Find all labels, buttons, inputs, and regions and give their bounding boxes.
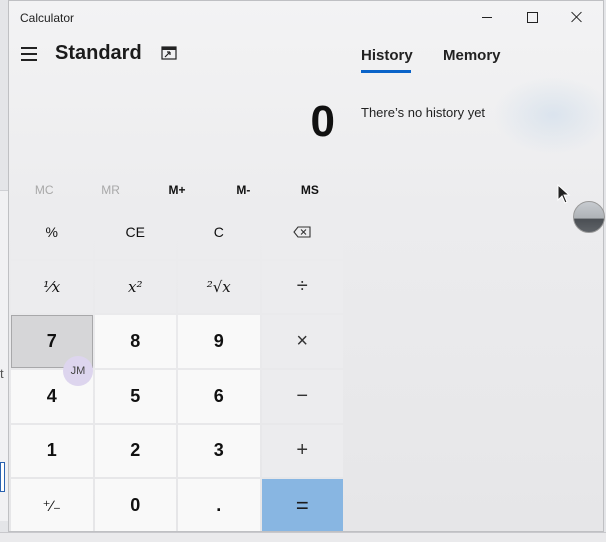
- square-root-label: ²√x: [206, 277, 231, 296]
- minimize-icon: [482, 16, 492, 18]
- decimal-button[interactable]: .: [178, 479, 260, 531]
- negate-button[interactable]: ⁺∕₋: [11, 479, 93, 531]
- subtract-button[interactable]: −: [261, 370, 343, 423]
- backspace-button[interactable]: [261, 206, 343, 259]
- memory-store-button[interactable]: MS: [277, 179, 343, 201]
- history-panel: History Memory There’s no history yet: [343, 35, 603, 531]
- square-root-button[interactable]: ²√x: [178, 260, 260, 314]
- title-bar[interactable]: Calculator: [9, 1, 603, 35]
- minimize-button[interactable]: [464, 1, 510, 33]
- keep-on-top-icon[interactable]: [161, 46, 177, 60]
- square-label: x²: [128, 277, 143, 296]
- avatar: JM: [63, 356, 93, 386]
- background-input-fragment: [0, 462, 5, 492]
- tab-memory[interactable]: Memory: [443, 47, 501, 64]
- memory-recall-button[interactable]: MR: [77, 179, 143, 201]
- equals-button[interactable]: =: [261, 479, 343, 531]
- maximize-icon: [526, 11, 538, 23]
- close-button[interactable]: [554, 1, 600, 33]
- digit-9-button[interactable]: 9: [178, 315, 260, 368]
- background-text-fragment: t: [0, 366, 4, 381]
- memory-clear-button[interactable]: MC: [11, 179, 77, 201]
- mouse-cursor-icon: [557, 184, 571, 204]
- calculator-window: Calculator Standard 0 MC MR M+ M- MS % C…: [8, 0, 604, 532]
- multiply-button[interactable]: ×: [261, 315, 343, 368]
- backspace-icon: [293, 226, 311, 238]
- percent-button[interactable]: %: [11, 206, 93, 259]
- digit-8-button[interactable]: 8: [94, 315, 176, 368]
- mode-title: Standard: [55, 42, 142, 64]
- digit-2-button[interactable]: 2: [94, 424, 176, 478]
- tab-history[interactable]: History: [361, 47, 413, 64]
- reciprocal-label: ¹⁄x: [43, 277, 61, 296]
- hamburger-icon-line: [21, 59, 37, 61]
- divide-button[interactable]: ÷: [261, 260, 343, 314]
- clear-button[interactable]: C: [178, 206, 260, 259]
- close-icon: [571, 11, 583, 23]
- clear-entry-button[interactable]: CE: [94, 206, 176, 259]
- memory-add-button[interactable]: M+: [144, 179, 210, 201]
- user-photo-avatar: [573, 201, 605, 233]
- history-empty-message: There’s no history yet: [361, 105, 486, 120]
- hamburger-menu-button[interactable]: [19, 43, 41, 65]
- reciprocal-button[interactable]: ¹⁄x: [11, 260, 93, 314]
- result-display: 0: [310, 97, 335, 146]
- square-button[interactable]: x²: [94, 260, 176, 314]
- background-glow: [493, 75, 603, 155]
- digit-1-button[interactable]: 1: [11, 424, 93, 478]
- keypad: % CE C ¹⁄x x² ²√x ÷ 7 8 9 × 4 5 6 − 1 2 …: [11, 206, 343, 531]
- digit-3-button[interactable]: 3: [178, 424, 260, 478]
- digit-5-button[interactable]: 5: [94, 370, 176, 423]
- hamburger-icon-line: [21, 53, 37, 55]
- digit-6-button[interactable]: 6: [178, 370, 260, 423]
- add-button[interactable]: +: [261, 424, 343, 478]
- memory-row: MC MR M+ M- MS: [11, 179, 343, 201]
- hamburger-icon: [21, 47, 37, 49]
- active-tab-indicator: [361, 70, 411, 73]
- memory-subtract-button[interactable]: M-: [210, 179, 276, 201]
- digit-0-button[interactable]: 0: [94, 479, 176, 531]
- window-title: Calculator: [20, 11, 75, 25]
- maximize-button[interactable]: [509, 1, 555, 33]
